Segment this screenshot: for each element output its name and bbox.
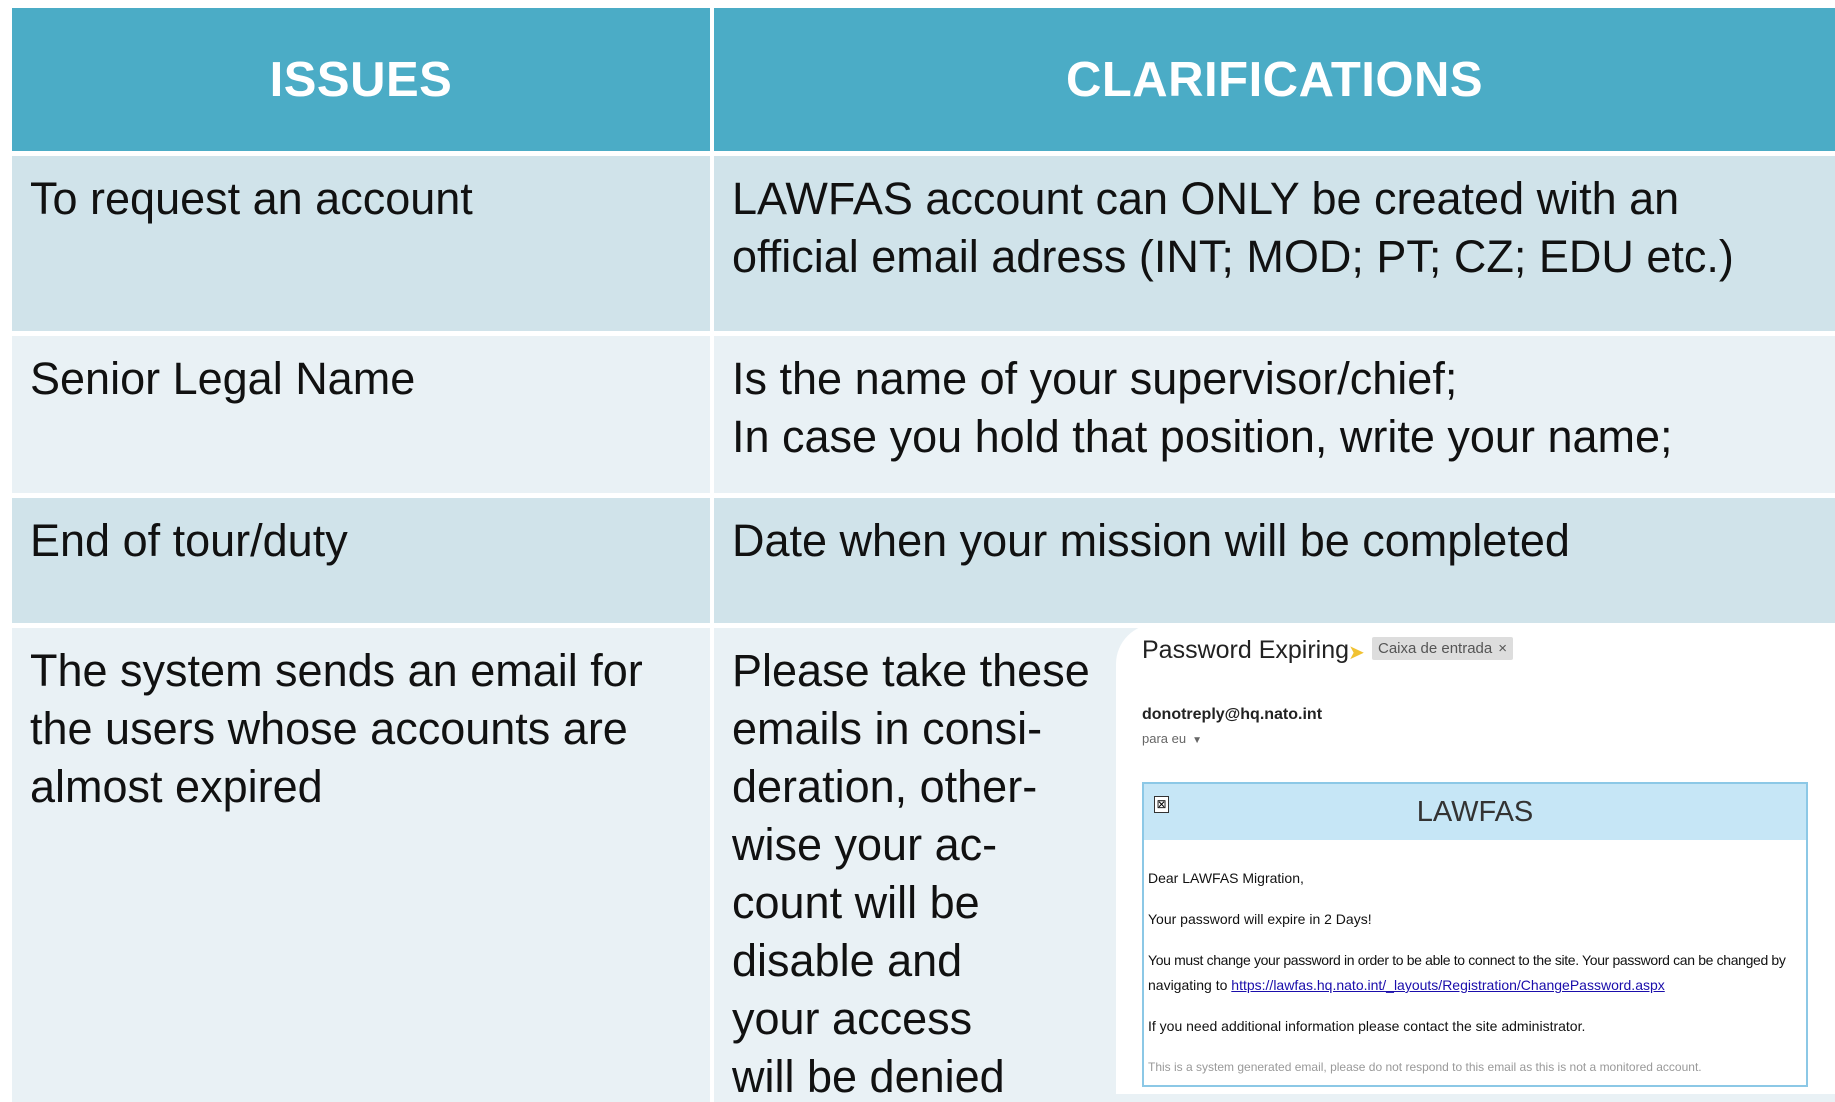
table-row: To request an account LAWFAS account can… (12, 156, 1835, 331)
chevron-down-icon[interactable]: ▼ (1192, 735, 1202, 746)
clarification-text: Is the name of your supervisor/chief; In… (732, 353, 1673, 462)
email-subject: Password Expiring (1142, 636, 1350, 664)
table-row: End of tour/duty Date when your mission … (12, 498, 1835, 623)
clarification-text: Date when your mission will be completed (732, 515, 1570, 566)
table-row: Senior Legal Name Is the name of your su… (12, 336, 1835, 493)
email-expiry: Your password will expire in 2 Days! (1148, 911, 1372, 927)
clarification-text: LAWFAS account can ONLY be created with … (732, 173, 1734, 282)
email-footer: This is a system generated email, please… (1148, 1060, 1702, 1074)
change-password-link[interactable]: https://lawfas.hq.nato.int/_layouts/Regi… (1231, 977, 1664, 993)
broken-image-icon: ⊠ (1154, 796, 1169, 813)
importance-marker-icon: ➤ (1348, 642, 1365, 664)
issue-text: Senior Legal Name (30, 353, 416, 404)
table-header-row: ISSUES CLARIFICATIONS (12, 8, 1835, 151)
email-greeting: Dear LAWFAS Migration, (1148, 870, 1304, 886)
header-issues: ISSUES (12, 8, 710, 151)
email-recipient[interactable]: para eu ▼ (1142, 731, 1202, 746)
clarification-text: Please take these emails in consi- derat… (732, 645, 1090, 1102)
inbox-label[interactable]: Caixa de entrada × (1372, 637, 1514, 660)
issue-text: The system sends an email for the users … (30, 645, 643, 812)
email-change-link-line: navigating to https://lawfas.hq.nato.int… (1148, 977, 1665, 993)
issue-text: End of tour/duty (30, 515, 348, 566)
banner-title: LAWFAS (1416, 795, 1534, 828)
header-clarifications: CLARIFICATIONS (714, 8, 1835, 151)
email-change-line: You must change your password in order t… (1148, 952, 1786, 968)
close-icon[interactable]: × (1498, 640, 1507, 657)
issue-text: To request an account (30, 173, 473, 224)
email-screenshot: Password Expiring ➤ Caixa de entrada × do… (1116, 624, 1835, 1094)
email-contact: If you need additional information pleas… (1148, 1018, 1586, 1034)
email-banner: ⊠ LAWFAS (1144, 784, 1806, 840)
email-body: ⊠ LAWFAS Dear LAWFAS Migration, Your pas… (1142, 782, 1808, 1087)
email-sender: donotreply@hq.nato.int (1142, 706, 1323, 723)
